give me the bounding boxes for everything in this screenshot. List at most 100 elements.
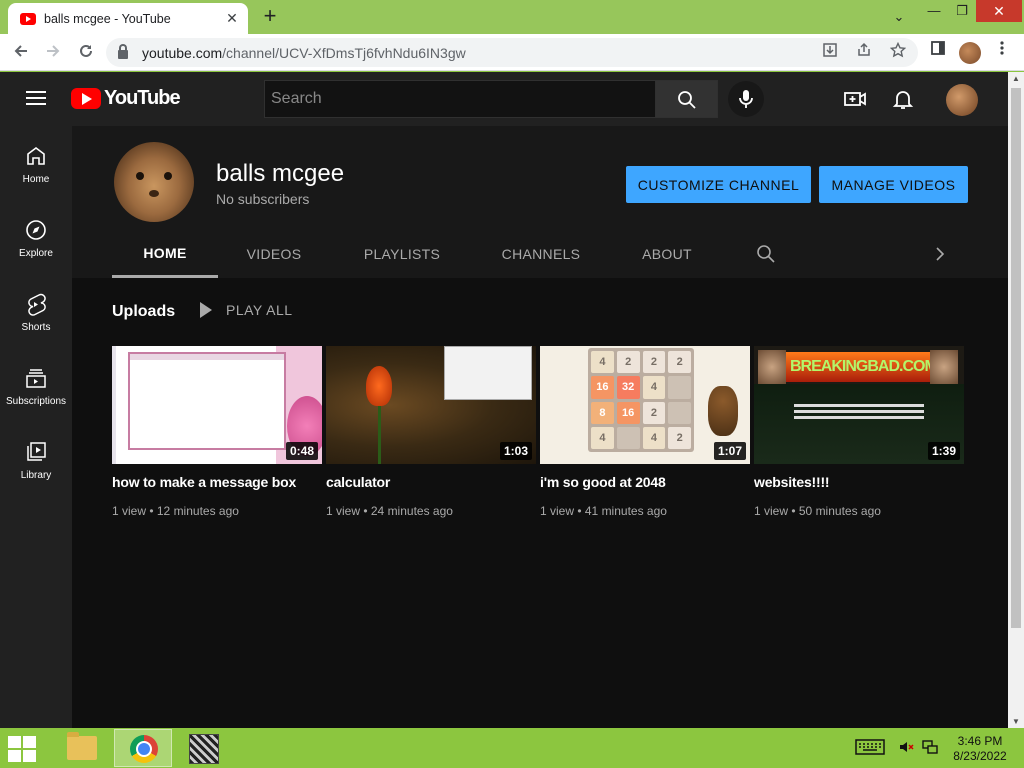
browser-titlebar: balls mcgee - YouTube ✕ + ⌄ — ❐ ✕ (0, 0, 1024, 34)
chrome-icon (130, 735, 158, 763)
folder-icon (67, 732, 97, 760)
subscriptions-icon (26, 369, 46, 388)
game-cell: 2 (642, 401, 666, 424)
side-panel-icon[interactable] (926, 40, 950, 64)
url-path: /channel/UCV-XfDmsTj6fvhNdu6IN3gw (222, 44, 466, 61)
browser-toolbar: youtube.com/channel/UCV-XfDmsTj6fvhNdu6I… (0, 34, 1024, 71)
network-icon[interactable] (922, 739, 938, 758)
sidebar-item-label: Subscriptions (5, 396, 67, 407)
channel-search-icon[interactable] (756, 244, 776, 269)
video-title[interactable]: websites!!!! (754, 474, 964, 490)
youtube-favicon-icon (20, 12, 36, 25)
video-meta: 1 view • 12 minutes ago (112, 504, 239, 518)
notifications-bell-icon[interactable] (891, 87, 915, 111)
windows-start-icon[interactable] (8, 736, 38, 762)
uploads-heading[interactable]: Uploads (112, 303, 175, 321)
account-avatar[interactable] (946, 84, 978, 116)
game-cell: 32 (616, 376, 640, 399)
profile-avatar[interactable] (959, 42, 981, 64)
video-duration: 1:03 (499, 442, 532, 460)
youtube-logo-text: YouTube (104, 87, 181, 109)
video-thumbnail[interactable]: BREAKINGBAD.COM 1:39 (754, 346, 964, 464)
channel-content: Uploads PLAY ALL 0:48 how to make a mess… (72, 278, 1008, 728)
more-menu-icon[interactable] (990, 40, 1014, 64)
customize-channel-button[interactable]: CUSTOMIZE CHANNEL (626, 166, 811, 203)
address-bar[interactable]: youtube.com/channel/UCV-XfDmsTj6fvhNdu6I… (106, 38, 918, 67)
video-thumbnail[interactable]: 0:48 (112, 346, 322, 464)
volume-muted-icon[interactable] (898, 739, 914, 758)
game-cell: 2 (668, 351, 691, 374)
browser-tab[interactable]: balls mcgee - YouTube ✕ (8, 3, 248, 34)
library-icon (27, 442, 46, 461)
new-tab-button[interactable]: + (258, 5, 282, 29)
sidebar-item-library[interactable]: Library (0, 422, 72, 496)
youtube-logo[interactable]: YouTube (71, 87, 181, 110)
keyboard-icon[interactable] (855, 739, 885, 758)
chevron-right-icon[interactable] (932, 246, 948, 267)
tab-home[interactable]: HOME (112, 230, 218, 278)
scroll-thumb[interactable] (1011, 88, 1021, 628)
tab-playlists[interactable]: PLAYLISTS (348, 230, 456, 278)
sidebar-item-explore[interactable]: Explore (0, 200, 72, 274)
tab-about[interactable]: ABOUT (624, 230, 710, 278)
video-card[interactable]: 4 2 2 2 16 32 4 8 16 2 4 4 2 1:07 i'm so… (540, 346, 750, 518)
maximize-button[interactable]: ❐ (948, 0, 976, 22)
close-window-button[interactable]: ✕ (976, 0, 1022, 22)
tab-videos[interactable]: VIDEOS (226, 230, 322, 278)
manage-videos-button[interactable]: MANAGE VIDEOS (819, 166, 968, 203)
video-title[interactable]: i'm so good at 2048 (540, 474, 750, 490)
back-arrow-icon[interactable] (8, 40, 34, 66)
search-input[interactable] (265, 81, 656, 117)
channel-avatar[interactable] (114, 142, 194, 222)
sidebar-item-label: Shorts (21, 322, 51, 333)
tab-search-chevron-icon[interactable]: ⌄ (886, 6, 912, 28)
video-card[interactable]: 1:03 calculator 1 view • 24 minutes ago (326, 346, 536, 518)
video-card[interactable]: 0:48 how to make a message box 1 view • … (112, 346, 322, 518)
sidebar-item-shorts[interactable]: Shorts (0, 274, 72, 348)
game-cell: 4 (591, 351, 614, 374)
video-thumbnail[interactable]: 1:03 (326, 346, 536, 464)
video-duration: 0:48 (285, 442, 318, 460)
taskbar-file-explorer[interactable] (52, 729, 110, 767)
taskbar-app[interactable] (176, 729, 234, 767)
play-all-button[interactable]: PLAY ALL (200, 302, 293, 318)
windows-taskbar: 3:46 PM 8/23/2022 (0, 728, 1024, 768)
page-scrollbar[interactable]: ▲ ▼ (1008, 72, 1024, 728)
search-box (264, 80, 656, 118)
video-title[interactable]: calculator (326, 474, 536, 490)
sidebar-item-home[interactable]: Home (0, 126, 72, 200)
lock-icon[interactable] (118, 44, 128, 59)
reload-icon[interactable] (73, 40, 99, 66)
game-cell: 16 (616, 401, 640, 424)
taskbar-chrome[interactable] (114, 729, 172, 767)
sidebar-item-subscriptions[interactable]: Subscriptions (0, 348, 72, 422)
channel-name: balls mcgee (216, 160, 345, 187)
video-card[interactable]: BREAKINGBAD.COM 1:39 websites!!!! 1 view… (754, 346, 964, 518)
scroll-up-arrow-icon[interactable]: ▲ (1012, 74, 1020, 83)
scroll-down-arrow-icon[interactable]: ▼ (1012, 717, 1020, 726)
url-domain: youtube.com (142, 44, 223, 61)
video-meta: 1 view • 50 minutes ago (754, 504, 881, 518)
tab-channels[interactable]: CHANNELS (488, 230, 594, 278)
game-cell: 8 (591, 401, 614, 424)
install-app-icon[interactable] (820, 42, 840, 62)
bookmark-star-icon[interactable] (888, 41, 908, 62)
video-thumbnail[interactable]: 4 2 2 2 16 32 4 8 16 2 4 4 2 1:07 (540, 346, 750, 464)
play-all-label: PLAY ALL (226, 302, 293, 318)
create-video-icon[interactable] (843, 87, 867, 111)
forward-arrow-icon[interactable] (40, 40, 66, 66)
game-2048-grid: 4 2 2 2 16 32 4 8 16 2 4 4 2 (588, 348, 694, 452)
voice-search-button[interactable] (728, 81, 764, 117)
subscriber-count: No subscribers (216, 191, 310, 207)
search-button[interactable] (655, 80, 718, 118)
minimize-button[interactable]: — (920, 0, 948, 22)
sidebar-item-label: Home (22, 174, 50, 185)
video-title[interactable]: how to make a message box (112, 474, 322, 490)
system-clock[interactable]: 3:46 PM 8/23/2022 (944, 734, 1016, 764)
share-icon[interactable] (854, 42, 874, 62)
tab-close-icon[interactable]: ✕ (224, 10, 240, 27)
menu-icon[interactable] (26, 91, 46, 105)
game-cell: 4 (591, 426, 614, 449)
search-icon (678, 91, 696, 109)
tab-title: balls mcgee - YouTube (44, 11, 171, 26)
